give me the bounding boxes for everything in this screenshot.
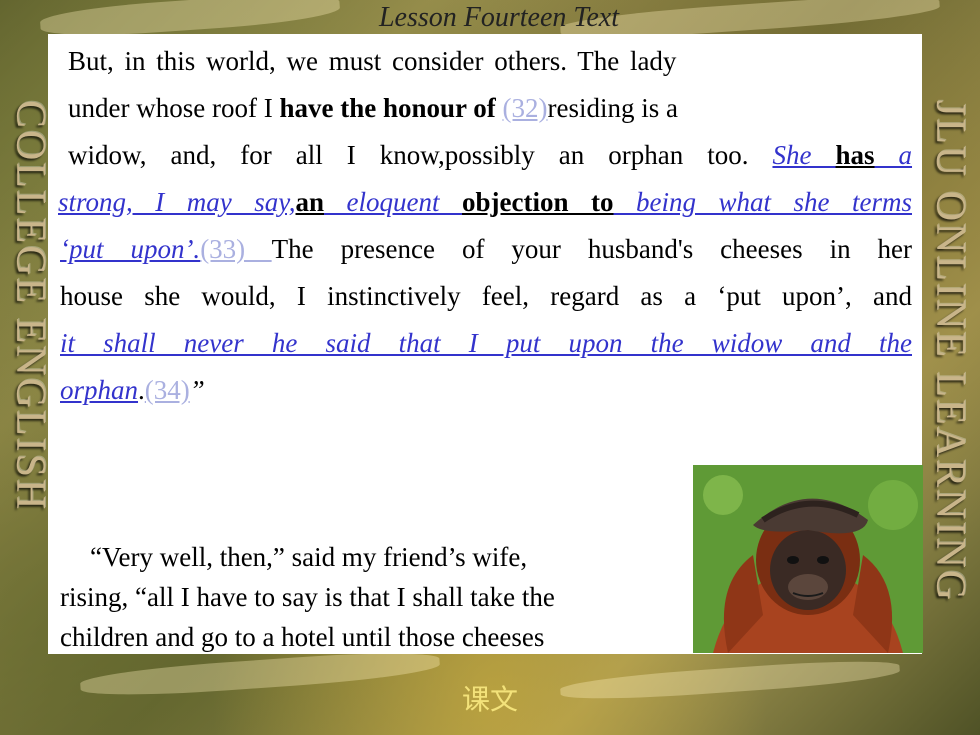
text-line: rising, “all I have to say is that I sha… <box>60 582 555 612</box>
text-line: “Very well, then,” said my friend’s wife… <box>90 542 528 572</box>
highlighted-phrase[interactable]: strong, I may say, <box>58 187 296 217</box>
text-span: under whose roof I <box>68 93 280 123</box>
text-span: The presence of your husband's cheeses i… <box>271 234 912 264</box>
note-number-34[interactable]: (34) <box>145 375 190 405</box>
note-number-32[interactable]: (32) <box>502 93 547 123</box>
bold-phrase: have the honour of <box>279 93 496 123</box>
highlighted-phrase[interactable]: being what she terms <box>614 187 912 217</box>
highlighted-line[interactable]: it shall never he said that I put upon t… <box>60 320 912 367</box>
text-span: residing is a <box>547 93 678 123</box>
footer-caption: 课文 <box>461 683 518 716</box>
text-line: strong, I may say,an eloquent objection … <box>58 179 912 226</box>
highlighted-phrase[interactable]: ‘put upon’. <box>60 234 200 264</box>
highlighted-phrase[interactable]: eloquent <box>324 187 462 217</box>
text-span: ” <box>189 375 205 405</box>
bold-phrase: has <box>835 140 875 170</box>
text-line: house she would, I instinctively feel, r… <box>60 281 912 311</box>
text-span: widow, and, for all I know,possibly an o… <box>68 140 773 170</box>
highlighted-phrase[interactable]: She <box>772 140 835 170</box>
side-title-right: JLU ONLINE LEARNING <box>927 100 973 603</box>
lesson-title: Lesson Fourteen Text <box>378 2 620 33</box>
text-line: orphan.(34)” <box>60 367 912 414</box>
text-span: . <box>138 375 145 405</box>
orangutan-photo <box>693 465 923 653</box>
side-title-left: COLLEGE ENGLISH <box>7 100 53 512</box>
note-number-33[interactable]: (33) <box>200 234 271 264</box>
paragraph-1: But, in this world, we must consider oth… <box>58 38 912 414</box>
highlighted-phrase[interactable]: orphan <box>60 375 138 405</box>
text-line: widow, and, for all I know,possibly an o… <box>60 132 912 179</box>
text-line: But, in this world, we must consider oth… <box>68 46 677 76</box>
paragraph-2: “Very well, then,” said my friend’s wife… <box>60 537 660 657</box>
text-line: under whose roof I have the honour of (3… <box>60 85 912 132</box>
bold-phrase: an <box>295 187 325 217</box>
text-line: children and go to a hotel until those c… <box>60 622 545 652</box>
text-line: ‘put upon’.(33) The presence of your hus… <box>60 226 912 273</box>
bold-phrase: objection to <box>462 187 614 217</box>
highlighted-phrase[interactable]: a <box>875 140 913 170</box>
orangutan-illustration <box>693 465 923 653</box>
